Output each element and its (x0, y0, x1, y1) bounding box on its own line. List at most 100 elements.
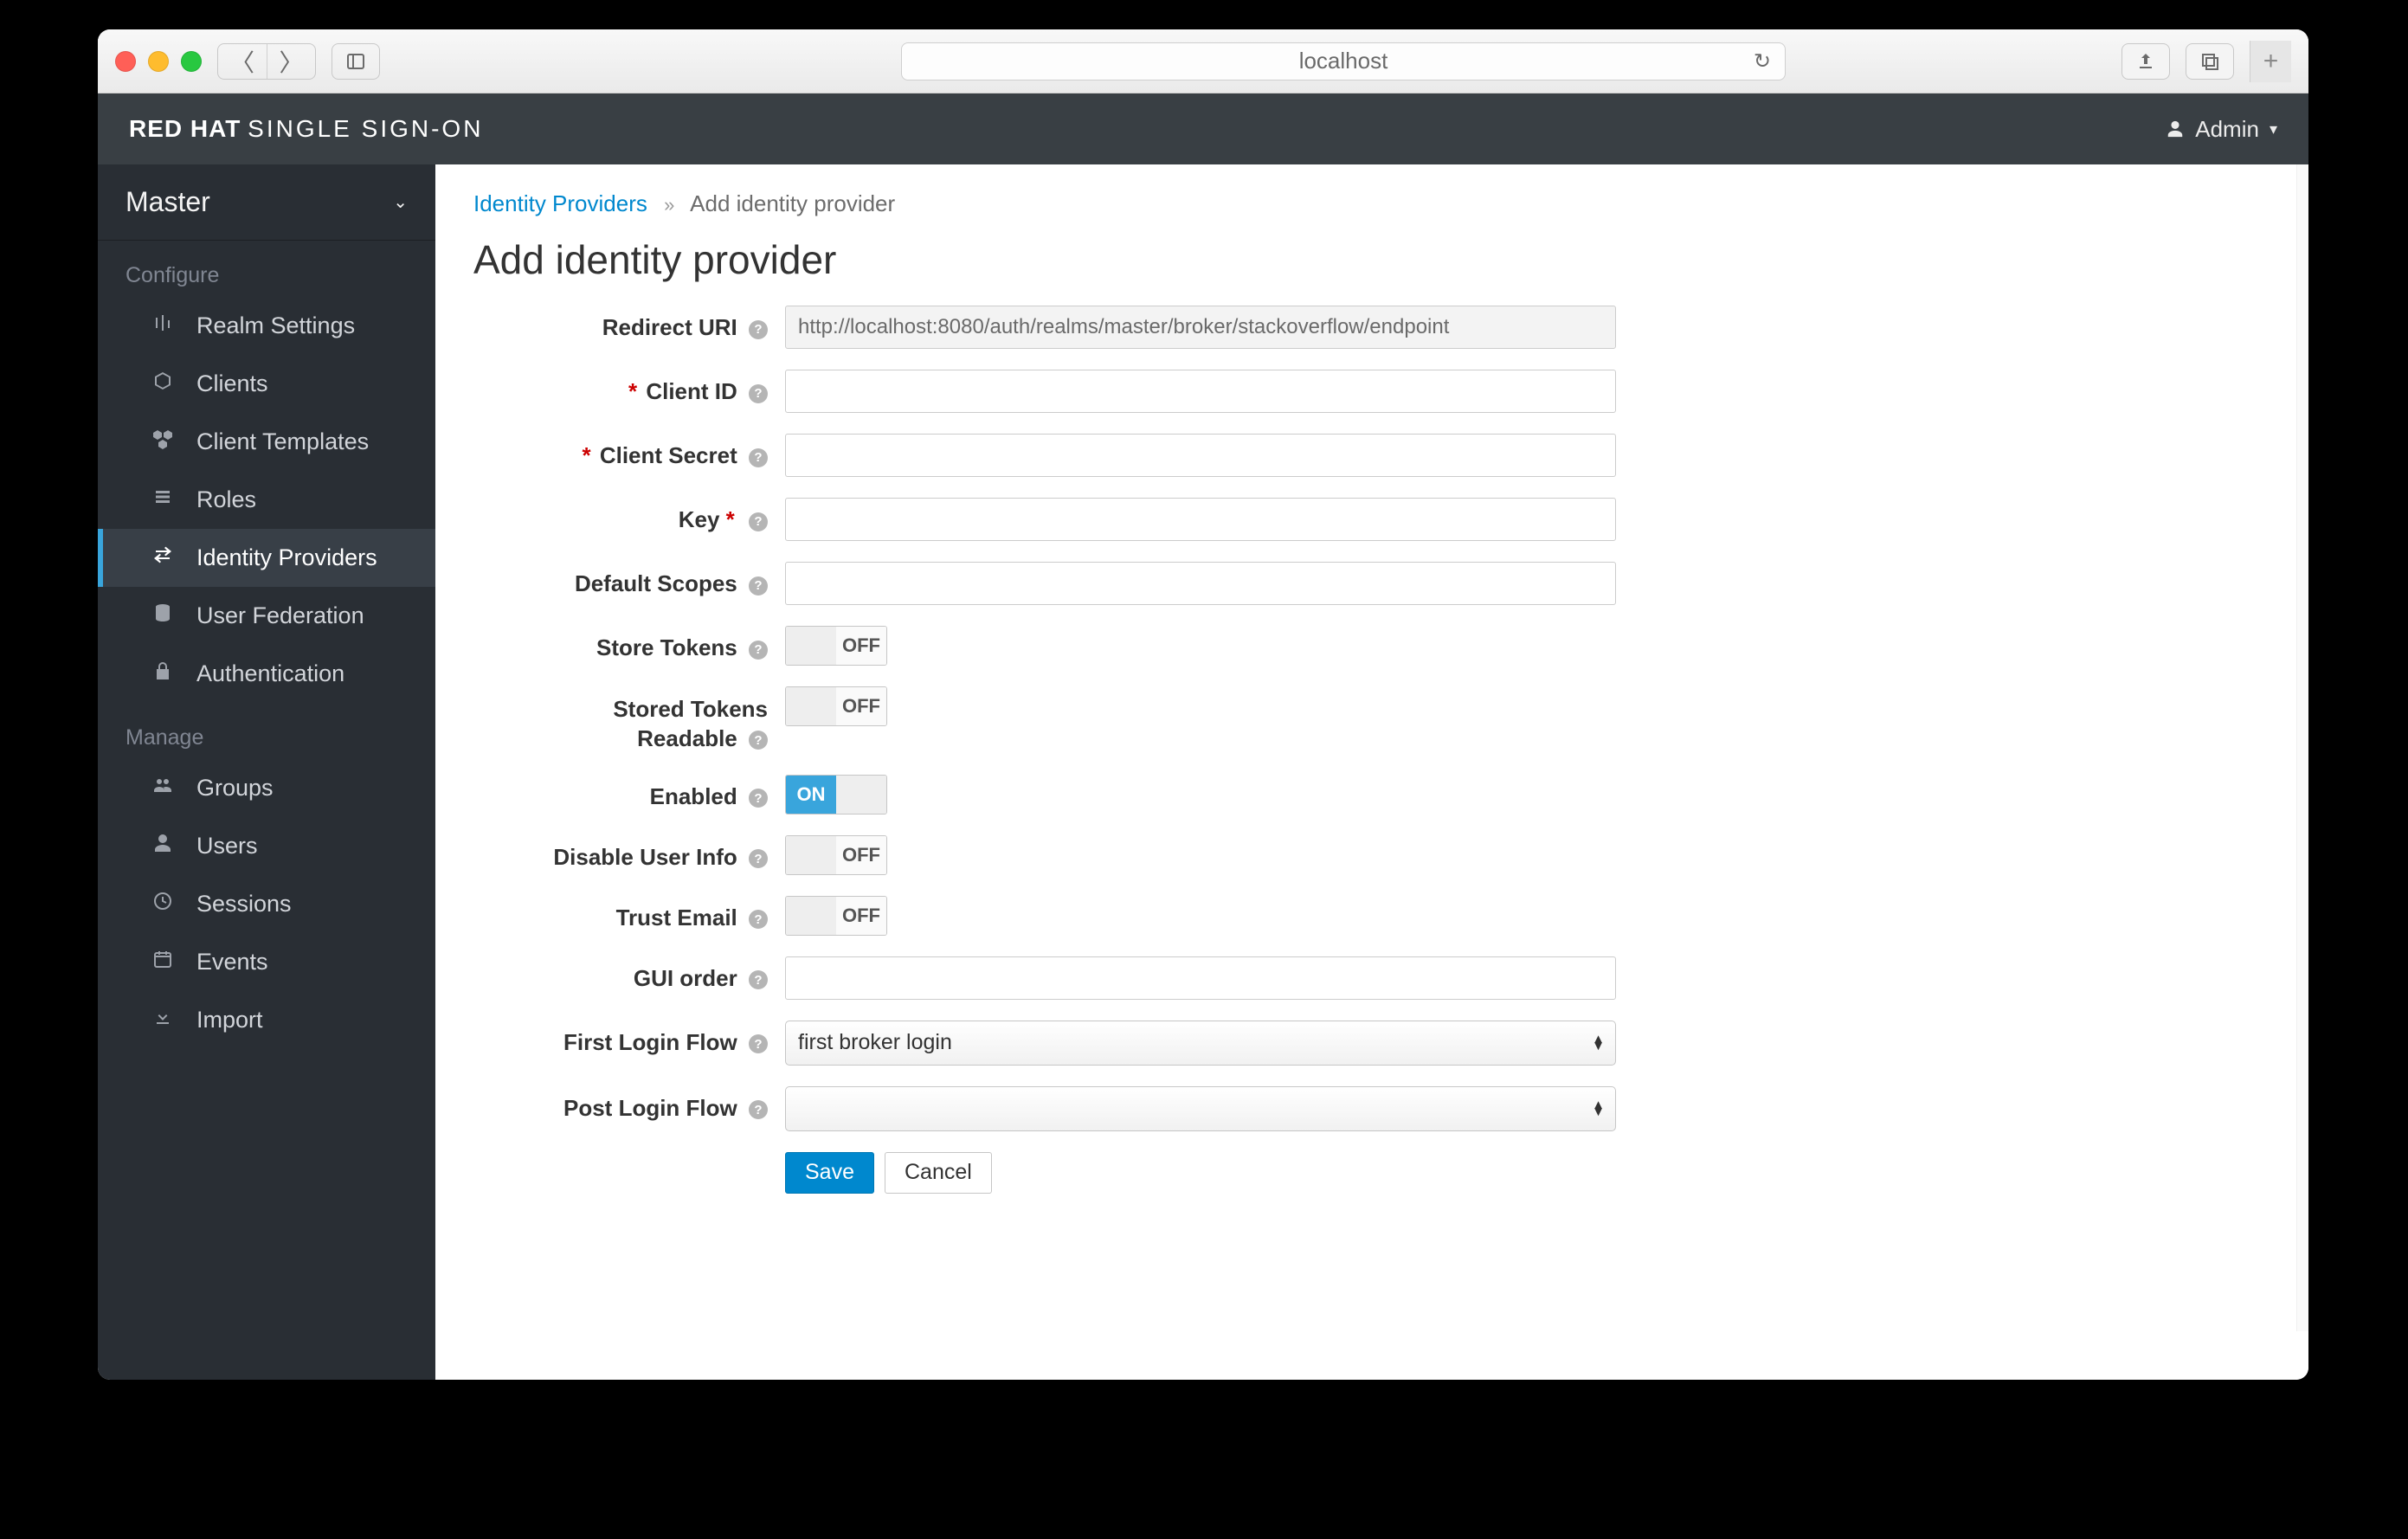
sidebar-item-realm-settings[interactable]: Realm Settings (98, 297, 435, 355)
section-configure: Configure (98, 241, 435, 297)
cancel-button[interactable]: Cancel (885, 1152, 992, 1194)
store-tokens-toggle[interactable]: OFF (785, 626, 887, 666)
help-icon[interactable]: ? (749, 731, 768, 750)
sidebar-item-label: Client Templates (196, 428, 369, 455)
post-login-flow-select[interactable]: ▲▼ (785, 1086, 1616, 1131)
stored-tokens-readable-toggle[interactable]: OFF (785, 686, 887, 726)
enabled-label: Enabled (650, 783, 737, 809)
sidebar-item-label: Sessions (196, 891, 292, 918)
help-icon[interactable]: ? (749, 576, 768, 596)
forward-button[interactable]: 〉 (267, 44, 315, 79)
cube-icon (150, 370, 176, 397)
sidebar-item-label: Roles (196, 486, 256, 513)
sidebar-item-label: Authentication (196, 660, 344, 687)
identity-provider-form: Redirect URI ? * Client ID ? (435, 306, 2308, 1228)
help-icon[interactable]: ? (749, 789, 768, 808)
address-text: localhost (1299, 48, 1388, 74)
help-icon[interactable]: ? (749, 910, 768, 929)
sidebar-item-sessions[interactable]: Sessions (98, 875, 435, 933)
browser-window: 〈 〉 localhost ↻ + RED HAT SINGLE SIGN-ON (98, 29, 2308, 1380)
sidebar-item-label: Events (196, 949, 268, 976)
brand-logo: RED HAT SINGLE SIGN-ON (129, 115, 483, 143)
chevron-down-icon: ⌄ (393, 191, 408, 213)
sidebar-toggle-button[interactable] (332, 43, 380, 80)
select-arrows-icon: ▲▼ (1592, 1101, 1605, 1116)
page-title: Add identity provider (473, 236, 2270, 283)
sliders-icon (150, 312, 176, 339)
maximize-window-button[interactable] (181, 51, 202, 72)
calendar-icon (150, 949, 176, 976)
import-icon (150, 1007, 176, 1034)
save-button[interactable]: Save (785, 1152, 874, 1194)
sidebar-item-client-templates[interactable]: Client Templates (98, 413, 435, 471)
help-icon[interactable]: ? (749, 970, 768, 989)
stored-tokens-readable-label-1: Stored Tokens (613, 696, 768, 722)
close-window-button[interactable] (115, 51, 136, 72)
sidebar-item-label: Identity Providers (196, 544, 377, 571)
sidebar-item-clients[interactable]: Clients (98, 355, 435, 413)
user-label: Admin (2195, 116, 2259, 143)
trust-email-toggle[interactable]: OFF (785, 896, 887, 936)
sidebar-item-label: Clients (196, 370, 268, 397)
brand-thin: SINGLE SIGN-ON (248, 115, 483, 142)
client-id-label: Client ID (646, 378, 737, 404)
lock-icon (150, 660, 176, 687)
help-icon[interactable]: ? (749, 384, 768, 403)
help-icon[interactable]: ? (749, 1100, 768, 1119)
help-icon[interactable]: ? (749, 849, 768, 868)
disable-user-info-label: Disable User Info (553, 844, 737, 870)
disable-user-info-toggle[interactable]: OFF (785, 835, 887, 875)
select-arrows-icon: ▲▼ (1592, 1035, 1605, 1050)
sidebar-item-identity-providers[interactable]: Identity Providers (98, 529, 435, 587)
exchange-icon (150, 544, 176, 571)
trust-email-label: Trust Email (616, 905, 737, 930)
sidebar-item-users[interactable]: Users (98, 817, 435, 875)
address-bar[interactable]: localhost ↻ (901, 42, 1786, 80)
first-login-flow-select[interactable]: first broker login ▲▼ (785, 1021, 1616, 1066)
toggle-off-label: OFF (836, 627, 886, 665)
default-scopes-label: Default Scopes (575, 570, 737, 596)
scrollbar-track[interactable] (2296, 164, 2308, 1331)
required-mark: * (582, 442, 590, 468)
sidebar-item-groups[interactable]: Groups (98, 759, 435, 817)
client-id-field[interactable] (785, 370, 1616, 413)
chevron-down-icon: ▾ (2270, 120, 2277, 138)
minimize-window-button[interactable] (148, 51, 169, 72)
sidebar-item-events[interactable]: Events (98, 933, 435, 991)
sidebar-item-import[interactable]: Import (98, 991, 435, 1049)
help-icon[interactable]: ? (749, 512, 768, 531)
breadcrumb-root-link[interactable]: Identity Providers (473, 190, 647, 216)
default-scopes-field[interactable] (785, 562, 1616, 605)
help-icon[interactable]: ? (749, 641, 768, 660)
tabs-button[interactable] (2186, 43, 2234, 80)
store-tokens-label: Store Tokens (596, 634, 737, 660)
client-secret-field[interactable] (785, 434, 1616, 477)
list-icon (150, 486, 176, 513)
database-icon (150, 602, 176, 629)
user-icon (150, 833, 176, 860)
reload-icon[interactable]: ↻ (1754, 48, 1771, 74)
enabled-toggle[interactable]: ON (785, 775, 887, 815)
help-icon[interactable]: ? (749, 1034, 768, 1053)
nav-back-forward: 〈 〉 (217, 43, 316, 80)
gui-order-field[interactable] (785, 956, 1616, 1000)
breadcrumb-current: Add identity provider (690, 190, 895, 216)
sidebar-item-label: Import (196, 1007, 263, 1034)
user-menu[interactable]: Admin ▾ (2166, 116, 2277, 143)
sidebar-item-authentication[interactable]: Authentication (98, 645, 435, 703)
key-field[interactable] (785, 498, 1616, 541)
app-body: Master ⌄ Configure Realm Settings Client… (98, 164, 2308, 1380)
sidebar-item-roles[interactable]: Roles (98, 471, 435, 529)
redirect-uri-label: Redirect URI (602, 314, 737, 340)
new-tab-button[interactable]: + (2250, 41, 2291, 82)
redirect-uri-field[interactable] (785, 306, 1616, 349)
share-button[interactable] (2121, 43, 2170, 80)
realm-name: Master (126, 186, 210, 218)
help-icon[interactable]: ? (749, 320, 768, 339)
realm-selector[interactable]: Master ⌄ (98, 164, 435, 241)
gui-order-label: GUI order (634, 965, 737, 991)
sidebar-item-user-federation[interactable]: User Federation (98, 587, 435, 645)
browser-chrome: 〈 〉 localhost ↻ + (98, 29, 2308, 93)
help-icon[interactable]: ? (749, 448, 768, 467)
back-button[interactable]: 〈 (218, 44, 267, 79)
